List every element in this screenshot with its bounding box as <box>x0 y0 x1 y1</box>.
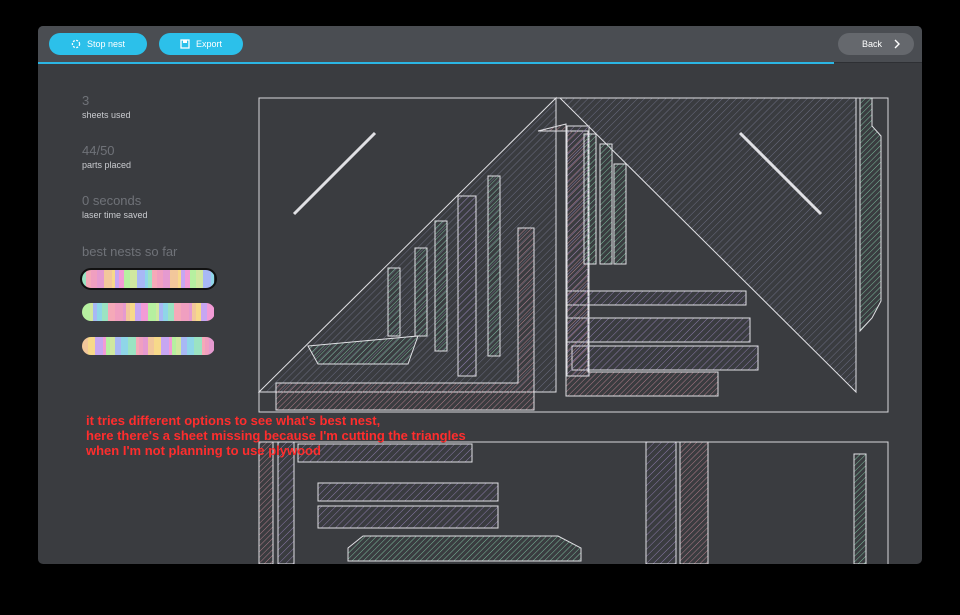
nest-part <box>571 345 759 371</box>
nest-part <box>258 441 274 564</box>
nest-part <box>679 441 709 564</box>
nest-part <box>277 441 295 564</box>
nest-part <box>457 195 477 377</box>
nest-part <box>599 143 613 265</box>
nest-part <box>645 441 677 564</box>
nest-part <box>487 175 501 357</box>
nest-preview-canvas <box>257 96 889 564</box>
nest-sheet-2 <box>258 441 889 564</box>
nest-part <box>317 505 499 529</box>
annotation-line-3: when I'm not planning to use plywood <box>86 443 321 458</box>
nest-part <box>317 482 499 502</box>
annotation-note: it tries different options to see what's… <box>86 413 466 458</box>
annotation-line-2: here there's a sheet missing because I'm… <box>86 428 466 443</box>
app-window: Stop nest Export Back 3 sheets used 44/5… <box>38 26 922 564</box>
nest-sheet-1 <box>257 96 889 413</box>
nest-part <box>853 453 867 564</box>
nest-part <box>347 535 582 562</box>
nest-part <box>387 267 401 337</box>
nest-part <box>859 97 882 333</box>
nest-part <box>414 247 428 337</box>
nest-part <box>565 290 747 306</box>
nest-part <box>583 133 597 265</box>
annotation-line-1: it tries different options to see what's… <box>86 413 381 428</box>
slot-line-left <box>292 131 377 216</box>
nest-part <box>565 317 751 343</box>
nest-part <box>434 220 448 352</box>
nest-part <box>613 163 627 265</box>
